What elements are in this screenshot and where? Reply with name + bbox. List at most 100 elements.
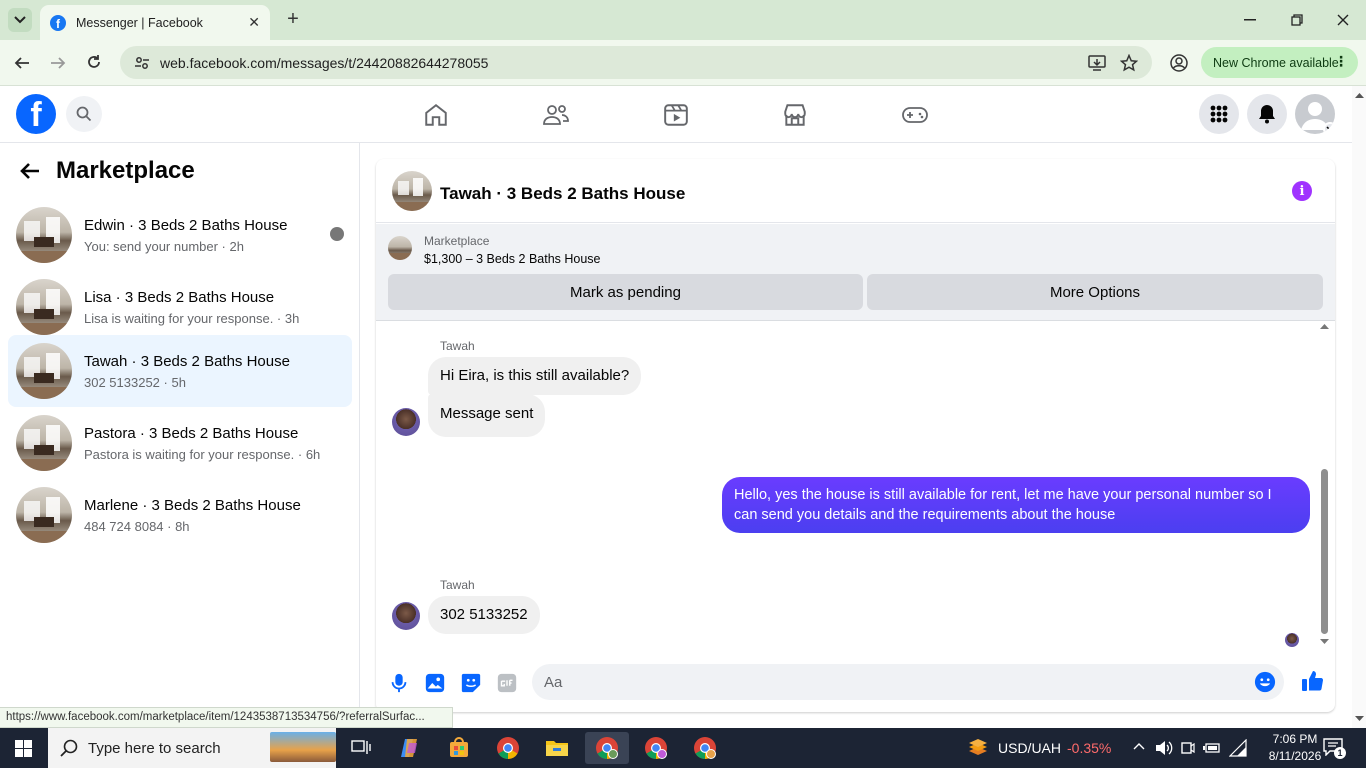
message-sender: Tawah (440, 339, 475, 353)
volume-icon[interactable] (1155, 740, 1173, 756)
nav-marketplace[interactable] (780, 100, 810, 130)
new-chrome-available-button[interactable]: New Chrome available ⋮ (1201, 47, 1358, 78)
sender-avatar[interactable] (392, 602, 420, 630)
forward-arrow-icon[interactable] (50, 55, 66, 71)
windows-start-icon[interactable] (15, 740, 32, 757)
marketplace-sidebar: Marketplace Edwin · 3 Beds 2 Baths House… (0, 143, 360, 728)
conversation-preview: 302 5133252 · 5h (84, 374, 186, 390)
conversation-name: Edwin · 3 Beds 2 Baths House (84, 216, 288, 234)
scroll-down-icon[interactable] (1355, 716, 1364, 722)
facebook-search-button[interactable] (66, 96, 102, 132)
copilot-button[interactable] (388, 732, 432, 764)
scroll-up-icon[interactable] (1355, 92, 1364, 98)
menu-button[interactable] (1199, 94, 1239, 134)
conversation-preview: Pastora is waiting for your response. · … (84, 446, 321, 462)
listing-title[interactable]: $1,300 – 3 Beds 2 Baths House (424, 252, 601, 266)
conversation-item-tawah[interactable]: Tawah · 3 Beds 2 Baths House 302 5133252… (8, 335, 352, 407)
mark-as-pending-button[interactable]: Mark as pending (388, 274, 863, 310)
store-button[interactable] (437, 732, 481, 764)
info-icon[interactable]: i (1292, 181, 1312, 201)
close-window-button[interactable] (1331, 8, 1355, 32)
ticker-symbol[interactable]: USD/UAH (998, 740, 1061, 756)
conversation-name: Marlene · 3 Beds 2 Baths House (84, 496, 301, 514)
install-app-icon[interactable] (1088, 54, 1106, 72)
chat-listing-avatar[interactable] (392, 171, 432, 211)
battery-icon[interactable] (1203, 741, 1221, 755)
restore-button[interactable] (1285, 8, 1309, 32)
restore-icon (1291, 14, 1303, 26)
sender-avatar[interactable] (392, 408, 420, 436)
link-status-bar: https://www.facebook.com/marketplace/ite… (0, 707, 453, 728)
stock-ticker-icon[interactable] (967, 737, 989, 759)
nav-home[interactable] (421, 100, 451, 130)
listing-thumbnail[interactable] (388, 236, 412, 260)
sticker-icon[interactable] (460, 672, 482, 694)
chrome-app-button[interactable] (486, 732, 530, 764)
address-bar[interactable]: web.facebook.com/messages/t/244208826442… (120, 46, 1152, 79)
message-bubble-incoming[interactable]: Message sent (428, 394, 546, 437)
scroll-down-icon[interactable] (1320, 639, 1329, 645)
chat-title[interactable]: Tawah · 3 Beds 2 Baths House (440, 184, 685, 204)
chrome-profile-1-button[interactable] (585, 732, 629, 764)
nav-friends[interactable] (541, 100, 571, 130)
reload-icon[interactable] (86, 54, 102, 70)
profile-icon[interactable] (1170, 54, 1188, 72)
tab-title: Messenger | Facebook (76, 15, 203, 30)
message-bubble-outgoing[interactable]: Hello, yes the house is still available … (722, 477, 1310, 533)
page-scrollbar[interactable] (1352, 86, 1366, 728)
chrome-profile-3-button[interactable] (683, 732, 727, 764)
meet-now-icon[interactable] (1181, 740, 1195, 756)
new-tab-button[interactable]: + (283, 8, 303, 30)
nav-gaming[interactable] (900, 100, 930, 130)
close-icon (1337, 14, 1349, 26)
more-options-button[interactable]: More Options (867, 274, 1323, 310)
wifi-icon[interactable] (1229, 739, 1247, 757)
emoji-icon[interactable] (1254, 671, 1276, 693)
back-arrow-icon[interactable] (14, 55, 30, 71)
account-chevron[interactable] (1323, 122, 1335, 134)
chat-header: Tawah · 3 Beds 2 Baths House i (376, 159, 1335, 223)
tab-search-button[interactable] (8, 8, 32, 32)
thumbs-up-icon[interactable] (1301, 669, 1325, 693)
message-bubble-incoming[interactable]: 302 5133252 (428, 596, 540, 634)
browser-tab[interactable]: f Messenger | Facebook ✕ (40, 5, 270, 40)
site-info-icon[interactable] (134, 55, 150, 71)
message-bubble-incoming[interactable]: Hi Eira, is this still available? (428, 357, 642, 395)
ticker-change[interactable]: -0.35% (1067, 740, 1111, 756)
task-view-button[interactable] (339, 732, 383, 764)
minimize-button[interactable] (1238, 8, 1262, 32)
scroll-up-icon[interactable] (1320, 323, 1329, 329)
nav-video[interactable] (661, 100, 691, 130)
conversation-item-lisa[interactable]: Lisa · 3 Beds 2 Baths House Lisa is wait… (8, 271, 352, 343)
message-input[interactable]: Aa (532, 664, 1284, 700)
account-avatar[interactable] (1295, 94, 1335, 134)
bookmark-star-icon[interactable] (1120, 54, 1138, 72)
chat-scrollbar[interactable] (1318, 324, 1330, 645)
taskbar-search-box[interactable]: Type here to search (48, 728, 336, 768)
scroll-thumb[interactable] (1321, 469, 1328, 634)
conversation-item-edwin[interactable]: Edwin · 3 Beds 2 Baths House You: send y… (8, 199, 352, 271)
listing-thumbnail (16, 487, 72, 543)
chrome-profile-2-button[interactable] (634, 732, 678, 764)
photo-icon[interactable] (424, 672, 446, 694)
listing-thumbnail (16, 207, 72, 263)
gif-icon[interactable] (496, 672, 518, 694)
friends-icon (543, 105, 569, 125)
seen-avatar (1285, 633, 1299, 647)
notification-center-button[interactable]: 1 (1323, 738, 1346, 760)
message-sender: Tawah (440, 578, 475, 592)
tab-close-icon[interactable]: ✕ (248, 14, 260, 31)
conversation-item-pastora[interactable]: Pastora · 3 Beds 2 Baths House Pastora i… (8, 407, 352, 479)
message-list: Tawah Hi Eira, is this still available? … (376, 321, 1335, 652)
notifications-button[interactable] (1247, 94, 1287, 134)
back-arrow-icon[interactable] (18, 159, 42, 183)
grid-menu-icon (1210, 105, 1228, 123)
chevron-up-icon[interactable] (1133, 742, 1145, 750)
search-icon (76, 106, 92, 122)
facebook-logo-icon[interactable]: f (16, 94, 56, 134)
microphone-icon[interactable] (388, 672, 410, 694)
file-explorer-button[interactable] (535, 732, 579, 764)
conversation-name: Lisa · 3 Beds 2 Baths House (84, 288, 275, 306)
conversation-item-marlene[interactable]: Marlene · 3 Beds 2 Baths House 484 724 8… (8, 479, 352, 551)
message-input-placeholder: Aa (544, 673, 563, 691)
